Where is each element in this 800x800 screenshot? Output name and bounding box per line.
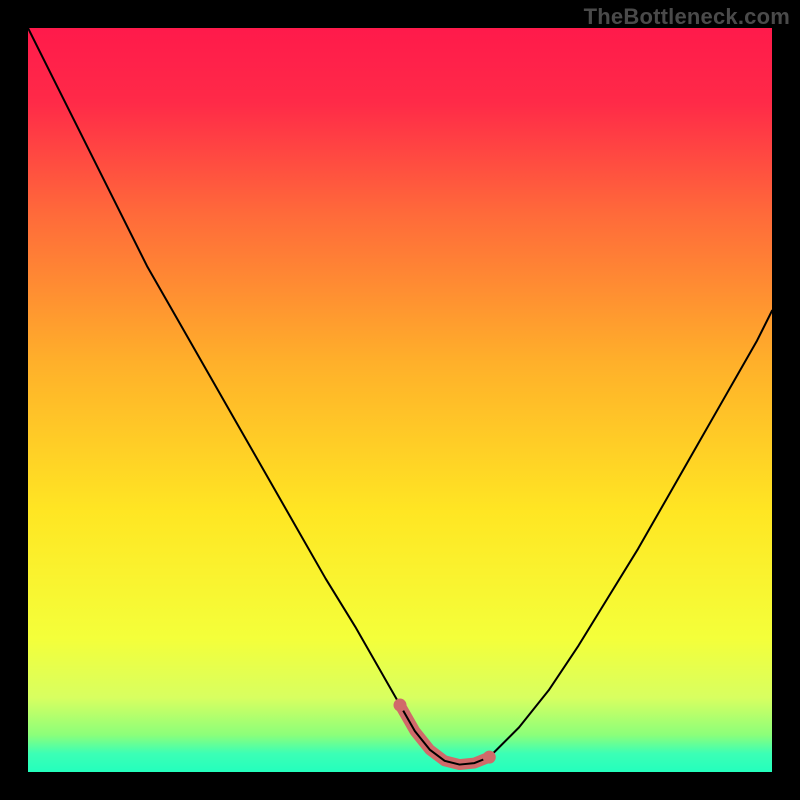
watermark-label: TheBottleneck.com <box>584 4 790 30</box>
gradient-background <box>28 28 772 772</box>
plot-area <box>28 28 772 772</box>
chart-frame: TheBottleneck.com <box>0 0 800 800</box>
highlight-endpoint <box>394 699 407 712</box>
highlight-endpoint <box>483 751 496 764</box>
bottleneck-curve-chart <box>28 28 772 772</box>
